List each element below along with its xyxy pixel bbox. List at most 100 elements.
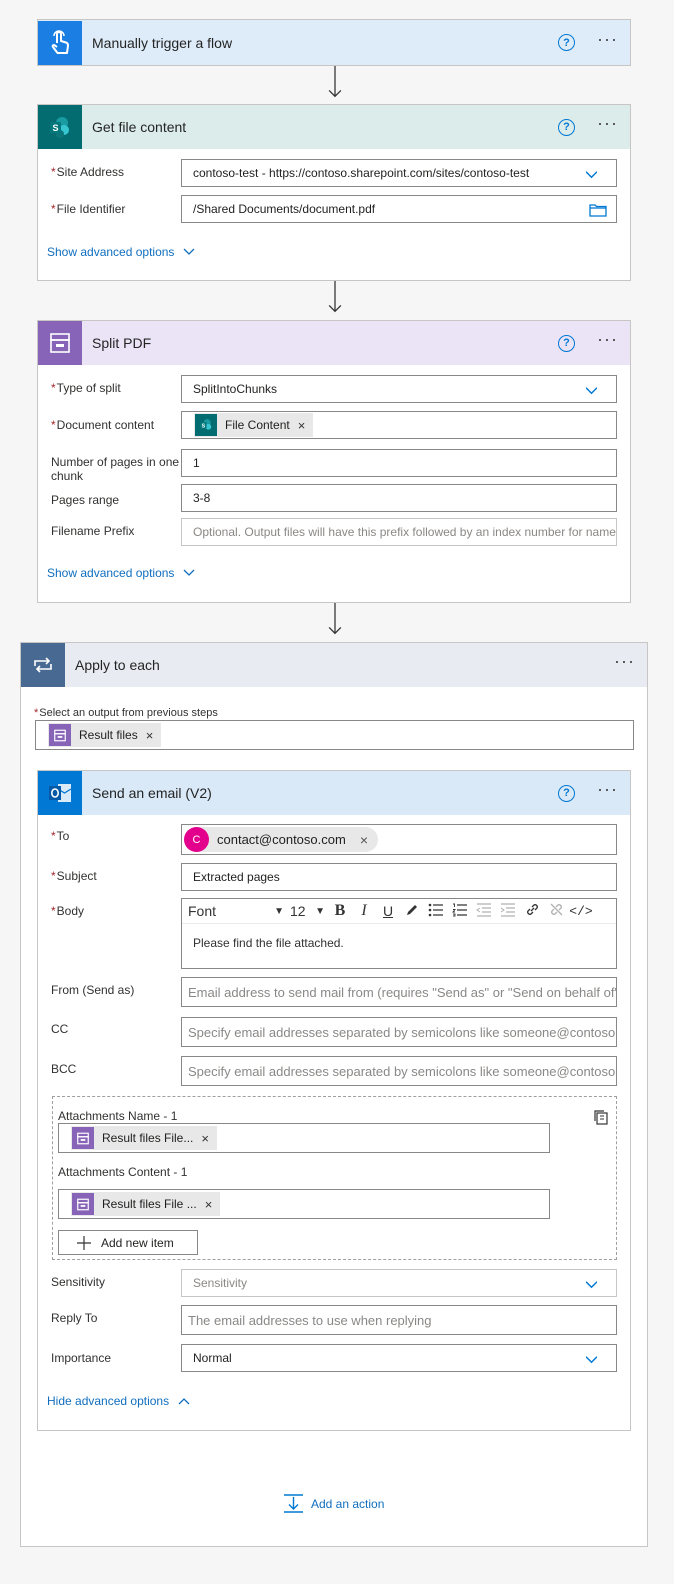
sharepoint-icon: S xyxy=(38,105,82,149)
remove-recipient-icon[interactable]: × xyxy=(360,832,368,848)
get-file-content-card[interactable]: S Get file content ? ··· *Site Address c… xyxy=(37,104,631,281)
attachment-name-token[interactable]: Result files File... × xyxy=(71,1126,217,1150)
split-pdf-card[interactable]: Split PDF ? ··· *Type of split SplitInto… xyxy=(37,320,631,603)
type-of-split-dropdown[interactable]: SplitIntoChunks xyxy=(181,375,617,403)
filename-prefix-input[interactable]: Optional. Output files will have this pr… xyxy=(181,518,617,546)
file-identifier-input[interactable]: /Shared Documents/document.pdf xyxy=(181,195,617,223)
outlook-icon xyxy=(38,771,82,815)
more-options-icon[interactable]: ··· xyxy=(597,330,618,352)
attachments-group: Attachments Name - 1 Result files File..… xyxy=(52,1096,617,1260)
avatar: C xyxy=(184,827,209,852)
bcc-input[interactable]: Specify email addresses separated by sem… xyxy=(181,1056,617,1086)
bold-button[interactable]: B xyxy=(328,902,352,920)
to-input[interactable]: C contact@contoso.com × xyxy=(181,824,617,855)
more-options-icon[interactable]: ··· xyxy=(597,114,618,136)
more-options-icon[interactable]: ··· xyxy=(597,30,618,52)
sharepoint-icon: S xyxy=(195,414,217,436)
show-advanced-options-link[interactable]: Show advanced options xyxy=(47,245,195,259)
hide-advanced-options-link[interactable]: Hide advanced options xyxy=(47,1394,190,1408)
italic-button[interactable]: I xyxy=(352,902,376,920)
chevron-down-icon xyxy=(586,1356,597,1364)
cc-input[interactable]: Specify email addresses separated by sem… xyxy=(181,1017,617,1047)
subject-input[interactable]: Extracted pages xyxy=(181,863,617,891)
remove-token-icon[interactable]: × xyxy=(146,728,154,743)
trigger-header[interactable]: Manually trigger a flow ? ··· xyxy=(38,20,630,65)
reply-to-label: Reply To xyxy=(51,1311,98,1325)
select-output-label: *Select an output from previous steps xyxy=(34,707,218,719)
add-an-action-button[interactable]: Add an action xyxy=(284,1494,384,1513)
chevron-down-icon xyxy=(586,387,597,395)
body-editor[interactable]: Font ▼ 12 ▼ B I U </> Please find the file… xyxy=(181,898,617,969)
pdf-tray-icon xyxy=(49,724,71,746)
card-title: Send an email (V2) xyxy=(92,785,212,801)
sensitivity-placeholder: Sensitivity xyxy=(193,1276,248,1290)
attachment-content-token[interactable]: Result files File ... × xyxy=(71,1192,221,1216)
split-pdf-header[interactable]: Split PDF ? ··· xyxy=(38,321,630,365)
help-icon[interactable]: ? xyxy=(558,334,576,352)
link-icon[interactable] xyxy=(520,902,544,920)
switch-to-array-icon[interactable] xyxy=(593,1109,610,1126)
bullet-list-icon[interactable] xyxy=(424,903,448,920)
help-icon[interactable]: ? xyxy=(558,784,576,802)
attachments-name-input[interactable]: Result files File... × xyxy=(58,1123,550,1153)
svg-text:S: S xyxy=(202,423,206,429)
pages-per-chunk-label: Number of pages in one chunk xyxy=(51,455,180,483)
type-of-split-value: SplitIntoChunks xyxy=(193,382,278,396)
get-file-header[interactable]: S Get file content ? ··· xyxy=(38,105,630,149)
apply-to-each-header[interactable]: Apply to each ··· xyxy=(21,643,647,687)
send-email-card[interactable]: Send an email (V2) ? ··· *To C contact@c… xyxy=(37,770,631,1431)
unlink-icon[interactable] xyxy=(544,902,568,920)
underline-button[interactable]: U xyxy=(376,903,400,919)
file-identifier-value: /Shared Documents/document.pdf xyxy=(193,202,376,216)
pages-per-chunk-value: 1 xyxy=(193,456,200,470)
document-content-input[interactable]: S File Content × xyxy=(181,411,617,439)
site-address-dropdown[interactable]: contoso-test - https://contoso.sharepoin… xyxy=(181,159,617,187)
remove-token-icon[interactable]: × xyxy=(205,1197,213,1212)
remove-token-icon[interactable]: × xyxy=(201,1131,209,1146)
show-advanced-options-link[interactable]: Show advanced options xyxy=(47,566,195,580)
decrease-indent-icon[interactable] xyxy=(472,902,496,920)
importance-dropdown[interactable]: Normal xyxy=(181,1344,617,1372)
from-placeholder: Email address to send mail from (require… xyxy=(188,984,616,1000)
highlight-icon[interactable] xyxy=(400,903,424,920)
remove-token-icon[interactable]: × xyxy=(298,418,306,433)
plus-icon xyxy=(77,1235,91,1250)
reply-to-input[interactable]: The email addresses to use when replying xyxy=(181,1305,617,1335)
code-view-button[interactable]: </> xyxy=(568,904,594,919)
loop-icon xyxy=(21,643,65,687)
pages-per-chunk-input[interactable]: 1 xyxy=(181,449,617,477)
rich-text-toolbar: Font ▼ 12 ▼ B I U </> xyxy=(182,899,616,924)
pages-range-value: 3-8 xyxy=(193,491,211,505)
site-address-value: contoso-test - https://contoso.sharepoin… xyxy=(193,166,530,180)
add-new-item-button[interactable]: Add new item xyxy=(58,1230,198,1255)
attachments-content-label: Attachments Content - 1 xyxy=(58,1165,188,1179)
pages-range-input[interactable]: 3-8 xyxy=(181,484,617,512)
cc-placeholder: Specify email addresses separated by sem… xyxy=(188,1024,617,1040)
chevron-down-icon xyxy=(183,248,195,255)
connector-arrow-icon xyxy=(328,603,342,635)
help-icon[interactable]: ? xyxy=(558,118,576,136)
send-email-header[interactable]: Send an email (V2) ? ··· xyxy=(38,771,630,815)
result-files-token[interactable]: Result files × xyxy=(48,723,162,747)
trigger-card[interactable]: Manually trigger a flow ? ··· xyxy=(37,19,631,66)
importance-label: Importance xyxy=(51,1351,112,1365)
increase-indent-icon[interactable] xyxy=(496,902,520,920)
help-icon[interactable]: ? xyxy=(558,34,576,51)
attachments-content-input[interactable]: Result files File ... × xyxy=(58,1189,550,1219)
more-options-icon[interactable]: ··· xyxy=(597,780,618,802)
file-content-token[interactable]: S File Content × xyxy=(194,413,314,437)
body-text[interactable]: Please find the file attached. xyxy=(182,924,616,962)
sensitivity-dropdown[interactable]: Sensitivity xyxy=(181,1269,617,1297)
bcc-placeholder: Specify email addresses separated by sem… xyxy=(188,1063,617,1079)
recipient-email: contact@contoso.com xyxy=(217,832,346,847)
select-output-input[interactable]: Result files × xyxy=(35,720,634,750)
document-content-label: *Document content xyxy=(51,418,155,432)
more-options-icon[interactable]: ··· xyxy=(614,652,635,674)
font-size-dropdown[interactable]: 12 ▼ xyxy=(290,903,328,919)
font-dropdown[interactable]: Font ▼ xyxy=(188,903,290,919)
from-input[interactable]: Email address to send mail from (require… xyxy=(181,977,617,1007)
chevron-down-icon xyxy=(586,1281,597,1289)
folder-icon[interactable] xyxy=(589,203,607,217)
recipient-chip[interactable]: C contact@contoso.com × xyxy=(184,827,379,852)
numbered-list-icon[interactable] xyxy=(448,903,472,920)
